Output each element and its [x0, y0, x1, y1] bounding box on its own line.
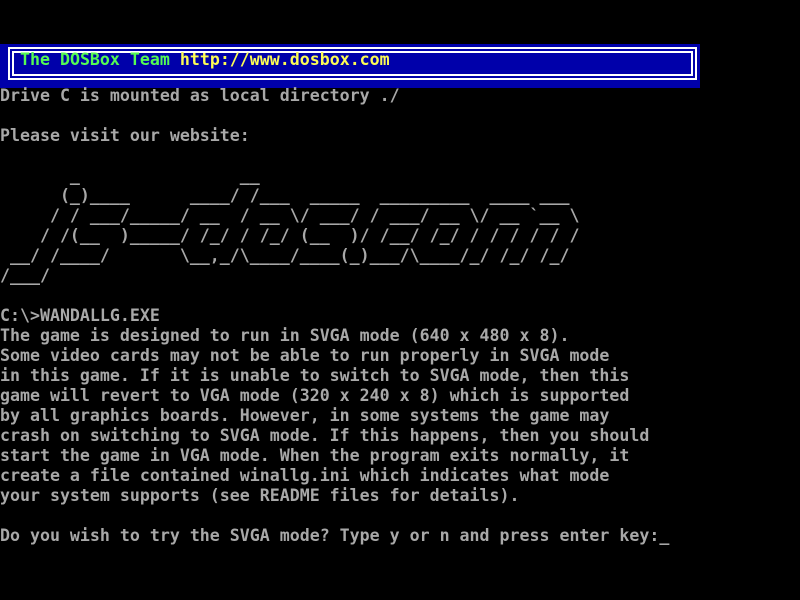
- website-message-line: Please visit our website:: [0, 126, 800, 146]
- command-line: C:\>WANDALLG.EXE: [0, 306, 800, 326]
- svga-prompt-line[interactable]: Do you wish to try the SVGA mode? Type y…: [0, 526, 800, 546]
- banner-text-line: The DOSBox Team http://www.dosbox.com: [20, 50, 390, 70]
- terminal-output: Drive C is mounted as local directory ./…: [0, 86, 800, 546]
- svga-prompt-text: Do you wish to try the SVGA mode? Type y…: [0, 526, 659, 545]
- dosbox-banner: The DOSBox Team http://www.dosbox.com: [0, 44, 700, 88]
- dosbox-url-text: http://www.dosbox.com: [180, 50, 390, 69]
- dosbox-screen: The DOSBox Team http://www.dosbox.com Dr…: [0, 0, 800, 600]
- mount-status-line: Drive C is mounted as local directory ./: [0, 86, 800, 106]
- input-cursor[interactable]: _: [659, 526, 669, 545]
- jsdos-ascii-logo: _ __ (_)____ ____/ /___ _____ _________ …: [0, 166, 800, 286]
- game-info-text: The game is designed to run in SVGA mode…: [0, 326, 800, 506]
- dosbox-team-text: The DOSBox Team: [20, 50, 180, 69]
